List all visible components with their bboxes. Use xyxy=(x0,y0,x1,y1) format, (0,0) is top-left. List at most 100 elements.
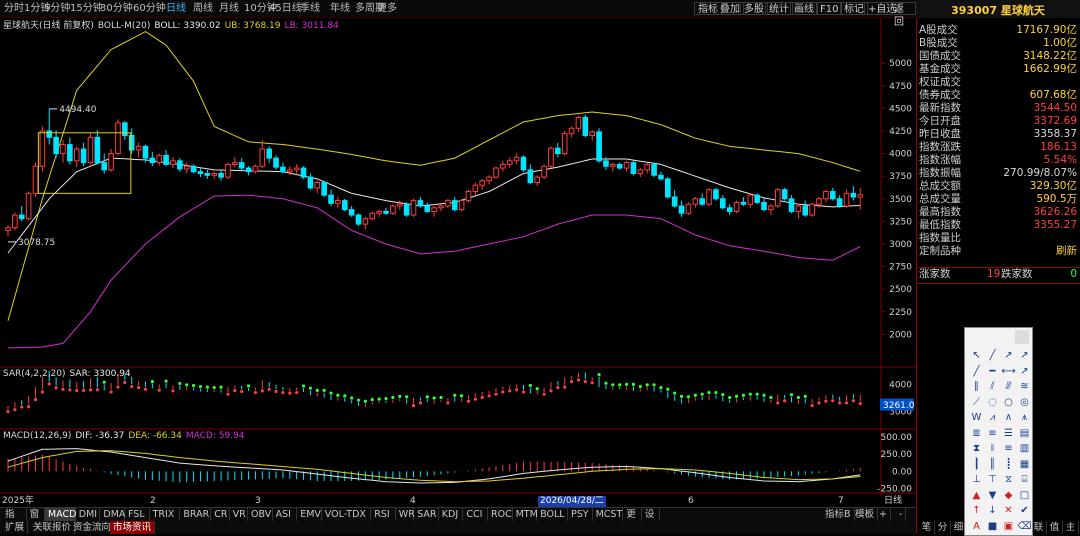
quote-value[interactable]: 刷新 xyxy=(1056,245,1077,258)
box-icon[interactable]: ▤ xyxy=(1017,426,1032,441)
indicator-right-2[interactable]: + xyxy=(876,508,891,521)
indicator-tab-18[interactable]: CCI xyxy=(463,508,488,521)
period-tab-12[interactable]: 年线 xyxy=(330,2,350,15)
toolbar-button-2[interactable]: 多股 xyxy=(740,2,768,15)
toolbar-button-3[interactable]: 统计 xyxy=(765,2,793,15)
speed-icon[interactable]: ≡ xyxy=(1001,441,1016,456)
toolbar-button-5[interactable]: F10 xyxy=(816,2,843,15)
text-icon[interactable]: A xyxy=(969,519,984,534)
bracket-icon[interactable]: ⧚ xyxy=(985,441,1000,456)
triangle-icon[interactable]: ⩘ xyxy=(985,410,1000,425)
indicator-tab-6[interactable]: TRIX xyxy=(150,508,181,521)
channel-icon[interactable]: ⫽ xyxy=(985,379,1000,394)
right-tab-1[interactable]: 分 xyxy=(935,521,951,534)
gann-icon[interactable]: ⟋ xyxy=(969,395,984,410)
parallel-icon[interactable]: ∥ xyxy=(969,379,984,394)
indicator-right-1[interactable]: 模板 xyxy=(852,508,879,521)
fan-icon[interactable]: ⫻ xyxy=(1001,379,1016,394)
time-icon[interactable]: ┋ xyxy=(1001,457,1016,472)
range-icon[interactable]: ⧖ xyxy=(1001,472,1016,487)
hray-icon[interactable]: ⟷ xyxy=(1001,364,1016,379)
toolbar-button-8[interactable]: 返回 xyxy=(890,2,916,28)
tool-panel-close-area[interactable] xyxy=(1015,330,1029,344)
indicator-tab-7[interactable]: BRAR xyxy=(180,508,212,521)
period-tab-7[interactable]: 周线 xyxy=(193,2,213,15)
down-arrow-icon[interactable]: ▼ xyxy=(985,488,1000,503)
fill-icon[interactable]: ■ xyxy=(985,519,1000,534)
up-icon[interactable]: ↑ xyxy=(969,503,984,518)
indicator-right-3[interactable]: - xyxy=(896,508,907,521)
right-tab-9[interactable]: 主 xyxy=(1063,521,1079,534)
period-tab-14[interactable]: 更多 xyxy=(377,2,397,15)
w-pattern-icon[interactable]: W xyxy=(969,410,984,425)
indicator-tab-12[interactable]: EMV xyxy=(297,508,322,521)
bottom-tab-1[interactable]: 关联报价 xyxy=(30,521,76,534)
diamond-icon[interactable]: ◆ xyxy=(1001,488,1016,503)
delete-icon[interactable]: ✕ xyxy=(1001,503,1016,518)
indicator-tab-24[interactable]: 更多 xyxy=(623,508,642,533)
indicator-tab-20[interactable]: MTM xyxy=(513,508,538,521)
indicator-tab-3[interactable]: DMI xyxy=(76,508,101,521)
circle-icon[interactable]: ○ xyxy=(1001,395,1016,410)
indicator-tab-9[interactable]: VR xyxy=(230,508,248,521)
down-icon[interactable]: ↓ xyxy=(985,503,1000,518)
arrow-line-icon[interactable]: ↗ xyxy=(1017,348,1032,363)
indicator-tab-10[interactable]: OBV xyxy=(248,508,273,521)
bars-icon[interactable]: ▥ xyxy=(1017,441,1032,456)
hourglass-icon[interactable]: ⧗ xyxy=(969,441,984,456)
up-arrow-icon[interactable]: ▲ xyxy=(969,488,984,503)
cycle-icon[interactable]: ◎ xyxy=(1017,395,1032,410)
bottom-tab-3[interactable]: 市场资讯 xyxy=(110,521,156,534)
arc-icon[interactable]: ◌ xyxy=(985,395,1000,410)
indicator-right-0[interactable]: 指标B xyxy=(822,508,855,521)
indicator-tab-13[interactable]: VOL-TDX xyxy=(322,508,372,521)
fib-icon[interactable]: ≣ xyxy=(969,426,984,441)
wave-icon[interactable]: ≋ xyxy=(1017,379,1032,394)
ray-icon[interactable]: ↗ xyxy=(1001,348,1016,363)
anchor-icon[interactable]: ⊥ xyxy=(969,472,984,487)
indicator-tab-4[interactable]: DMA xyxy=(100,508,125,521)
line-icon[interactable]: ╱ xyxy=(985,348,1000,363)
indicator-tab-5[interactable]: FSL xyxy=(125,508,150,521)
right-tab-0[interactable]: 笔 xyxy=(919,521,935,534)
period-tab-10[interactable]: 45日线 xyxy=(269,2,302,15)
frame-icon[interactable]: ▣ xyxy=(1001,519,1016,534)
right-tab-7[interactable]: 联 xyxy=(1031,521,1047,534)
indicator-tab-22[interactable]: PSY xyxy=(568,508,593,521)
peak-icon[interactable]: ∧ xyxy=(1001,410,1016,425)
measure-icon[interactable]: ⌸ xyxy=(1017,472,1032,487)
indicator-tab-15[interactable]: WR xyxy=(396,508,415,521)
indicator-tab-1[interactable]: 窗口 xyxy=(27,508,45,533)
pattern-icon[interactable]: ▦ xyxy=(1017,457,1032,472)
indicator-tab-21[interactable]: BOLL xyxy=(537,508,568,521)
period-tab-4[interactable]: 30分钟 xyxy=(100,2,133,15)
indicator-tab-16[interactable]: SAR xyxy=(414,508,439,521)
segment-icon[interactable]: ╱ xyxy=(969,364,984,379)
period-tab-0[interactable]: 分时 xyxy=(4,2,24,15)
check-icon[interactable]: ✔ xyxy=(1017,503,1032,518)
toolbar-button-4[interactable]: 画线 xyxy=(790,2,818,15)
indicator-tab-8[interactable]: CR xyxy=(211,508,230,521)
bottom-tab-0[interactable]: 扩展 xyxy=(2,521,29,534)
period-tab-11[interactable]: 季线 xyxy=(300,2,320,15)
grid-icon[interactable]: ☰ xyxy=(1001,426,1016,441)
cursor-icon[interactable]: ↖ xyxy=(969,348,984,363)
vlines-icon[interactable]: ║ xyxy=(985,457,1000,472)
right-tab-8[interactable]: 值 xyxy=(1047,521,1063,534)
indicator-tab-19[interactable]: ROC xyxy=(488,508,513,521)
indicator-tab-23[interactable]: MCST xyxy=(593,508,624,521)
rect-icon[interactable]: □ xyxy=(1017,488,1032,503)
zigzag-icon[interactable]: ⩚ xyxy=(1017,410,1032,425)
period-tab-2[interactable]: 5分钟 xyxy=(44,2,70,15)
indicator-tab-17[interactable]: KDJ xyxy=(439,508,464,521)
kline-chart-svg[interactable]: 4494.40 3078.75 5000 4750 4500 4250 4000 3750 35… xyxy=(0,18,916,496)
trend-icon[interactable]: ↗ xyxy=(1017,364,1032,379)
indicator-tab-2[interactable]: MACD xyxy=(45,508,76,521)
period-tab-5[interactable]: 60分钟 xyxy=(133,2,166,15)
indicator-tab-0[interactable]: 指标A xyxy=(2,508,27,533)
vline-icon[interactable]: ┃ xyxy=(969,457,984,472)
indicator-tab-11[interactable]: ASI xyxy=(273,508,298,521)
period-tab-8[interactable]: 月线 xyxy=(219,2,239,15)
erase-icon[interactable]: ⌫ xyxy=(1017,519,1032,534)
top-icon[interactable]: ⊤ xyxy=(985,472,1000,487)
